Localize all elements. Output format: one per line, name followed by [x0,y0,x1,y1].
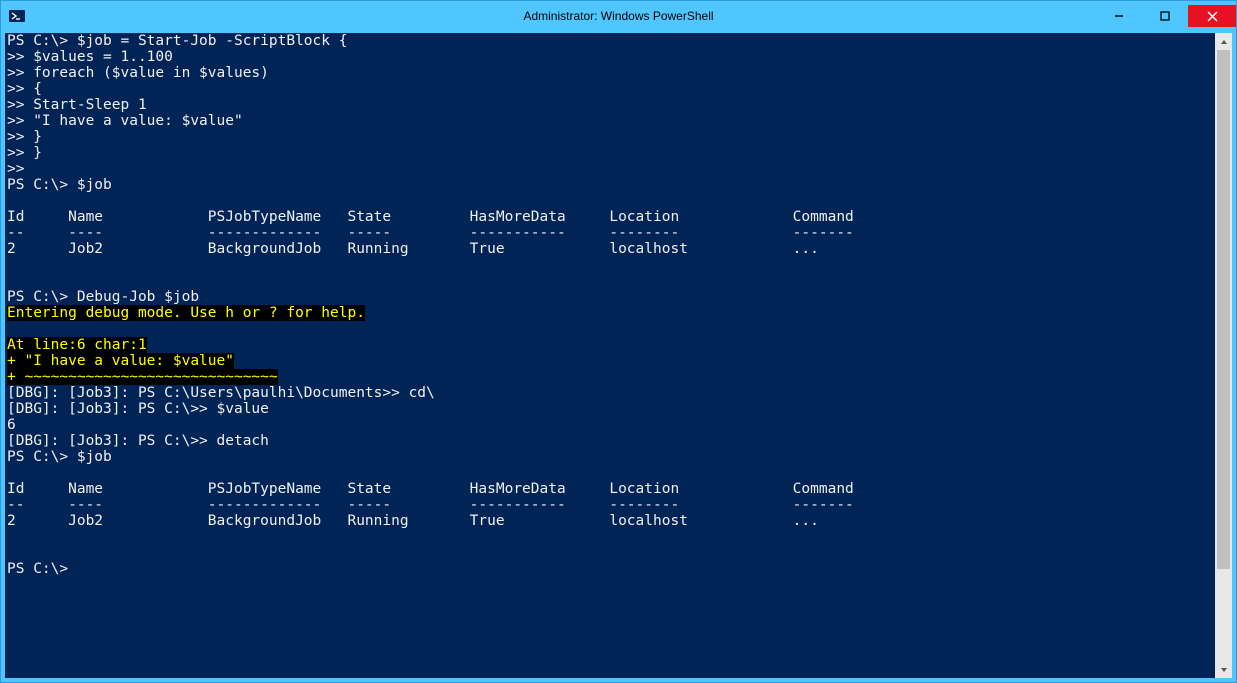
console-line: 2 Job2 BackgroundJob Running True localh… [7,241,1213,257]
console-line: Entering debug mode. Use h or ? for help… [7,305,1213,321]
highlighted-text: Entering debug mode. Use h or ? for help… [7,305,365,321]
console-line: >> "I have a value: $value" [7,113,1213,129]
console-line: PS C:\> $job [7,177,1213,193]
console-line [7,257,1213,273]
highlighted-text: + ~~~~~~~~~~~~~~~~~~~~~~~~~~~~~ [7,369,278,385]
console-client-area: PS C:\> $job = Start-Job -ScriptBlock {>… [1,31,1236,682]
minimize-button[interactable] [1096,5,1142,27]
highlighted-text: + "I have a value: $value" [7,353,234,369]
console-line: 6 [7,417,1213,433]
console-line [7,321,1213,337]
console-line [7,529,1213,545]
console-line: >> Start-Sleep 1 [7,97,1213,113]
console-line: [DBG]: [Job3]: PS C:\>> $value [7,401,1213,417]
scroll-track[interactable] [1215,50,1232,661]
console-line [7,193,1213,209]
maximize-button[interactable] [1142,5,1188,27]
console-line: >> $values = 1..100 [7,49,1213,65]
powershell-window: Administrator: Windows PowerShell PS C:\… [0,0,1237,683]
console-line: PS C:\> $job = Start-Job -ScriptBlock { [7,33,1213,49]
console-line: >> [7,161,1213,177]
console-line [7,545,1213,561]
titlebar[interactable]: Administrator: Windows PowerShell [1,1,1236,31]
console-line: -- ---- ------------- ----- ----------- … [7,497,1213,513]
vertical-scrollbar[interactable] [1215,33,1232,678]
console-line: >> } [7,145,1213,161]
console-line: -- ---- ------------- ----- ----------- … [7,225,1213,241]
console-line: 2 Job2 BackgroundJob Running True localh… [7,513,1213,529]
console-line [7,273,1213,289]
window-title: Administrator: Windows PowerShell [1,9,1236,23]
scroll-up-arrow-icon[interactable] [1215,33,1232,50]
console-line: + "I have a value: $value" [7,353,1213,369]
console-line: + ~~~~~~~~~~~~~~~~~~~~~~~~~~~~~ [7,369,1213,385]
console-line: PS C:\> [7,561,1213,577]
highlighted-text: At line:6 char:1 [7,337,147,353]
console-line: [DBG]: [Job3]: PS C:\Users\paulhi\Docume… [7,385,1213,401]
powershell-icon [9,8,25,24]
scroll-thumb[interactable] [1217,50,1230,569]
close-button[interactable] [1188,5,1236,27]
console-output[interactable]: PS C:\> $job = Start-Job -ScriptBlock {>… [5,33,1215,678]
console-line: PS C:\> Debug-Job $job [7,289,1213,305]
console-line [7,465,1213,481]
console-line: >> foreach ($value in $values) [7,65,1213,81]
scroll-down-arrow-icon[interactable] [1215,661,1232,678]
console-line: >> { [7,81,1213,97]
console-line: Id Name PSJobTypeName State HasMoreData … [7,481,1213,497]
console-line: >> } [7,129,1213,145]
console-line: At line:6 char:1 [7,337,1213,353]
console-line: [DBG]: [Job3]: PS C:\>> detach [7,433,1213,449]
console-line: PS C:\> $job [7,449,1213,465]
window-controls [1096,5,1236,27]
console-line: Id Name PSJobTypeName State HasMoreData … [7,209,1213,225]
